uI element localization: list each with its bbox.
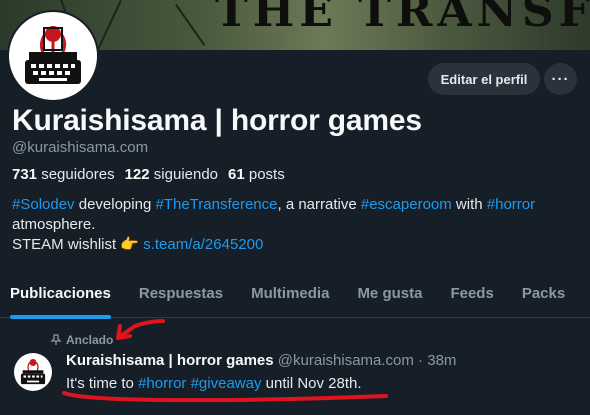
bio-text: developing — [74, 196, 156, 213]
hashtag-horror[interactable]: #horror — [138, 375, 186, 392]
annotation-arrowhead — [116, 324, 132, 340]
post-author-name[interactable]: Kuraishisama | horror games — [66, 352, 274, 369]
posts-stat: 61 posts — [228, 166, 285, 183]
pointing-hand-icon: 👉 — [120, 236, 140, 253]
post-author-handle[interactable]: @kuraishisama.com — [278, 352, 414, 369]
typewriter-logo-icon — [25, 26, 81, 84]
hashtag-escaperoom[interactable]: #escaperoom — [361, 196, 452, 213]
posts-label: posts — [248, 166, 285, 183]
followers-count: 731 — [12, 166, 38, 183]
typewriter-logo-icon — [20, 359, 46, 385]
profile-tabs: Publicaciones Respuestas Multimedia Me g… — [0, 278, 590, 319]
tab-publicaciones[interactable]: Publicaciones — [10, 278, 111, 319]
banner-branch — [96, 0, 122, 50]
more-options-button[interactable]: ··· — [544, 63, 577, 95]
bio-text: with — [451, 196, 487, 213]
hashtag-giveaway[interactable]: #giveaway — [191, 375, 262, 392]
steam-link[interactable]: s.team/a/2645200 — [143, 236, 263, 253]
banner-title: THE TRANSFERENCE — [215, 0, 590, 37]
pin-icon — [50, 334, 62, 345]
post-text: It's time to — [66, 375, 139, 392]
tab-me-gusta[interactable]: Me gusta — [357, 278, 422, 318]
more-icon: ··· — [551, 70, 570, 88]
profile-avatar[interactable] — [7, 10, 99, 102]
tab-packs[interactable]: Packs — [522, 278, 565, 318]
bio-text: , a narrative — [277, 196, 361, 213]
followers-label: seguidores — [41, 166, 115, 183]
profile-handle: @kuraishisama.com — [12, 139, 149, 156]
pinned-indicator: Anclado — [50, 333, 113, 347]
pinned-label: Anclado — [66, 333, 114, 347]
hashtag-thetransference[interactable]: #TheTransference — [155, 196, 277, 213]
bio-text: atmosphere. — [12, 216, 96, 233]
bio-text: STEAM wishlist — [12, 236, 121, 253]
posts-count: 61 — [228, 166, 245, 183]
post-header: Kuraishisama | horror games @kuraishisam… — [66, 352, 456, 369]
hashtag-solodev[interactable]: #Solodev — [12, 196, 75, 213]
annotation-underline — [62, 391, 388, 403]
banner-branch — [175, 3, 206, 46]
edit-profile-button[interactable]: Editar el perfil — [428, 63, 540, 95]
following-count: 122 — [124, 166, 150, 183]
tab-respuestas[interactable]: Respuestas — [139, 278, 223, 318]
post-text: until Nov 28th. — [261, 375, 362, 392]
post-body[interactable]: It's time to #horror #giveaway until Nov… — [66, 375, 362, 392]
followers-stat[interactable]: 731 seguidores — [12, 166, 115, 183]
post-timestamp[interactable]: 38m — [427, 352, 456, 369]
annotation-arrow — [116, 319, 165, 340]
profile-display-name: Kuraishisama | horror games — [12, 104, 422, 137]
following-label: siguiendo — [153, 166, 219, 183]
profile-stats: 731 seguidores 122 siguiendo 61 posts — [12, 166, 285, 183]
following-stat[interactable]: 122 siguiendo — [125, 166, 218, 183]
hashtag-horror[interactable]: #horror — [487, 196, 535, 213]
tab-feeds[interactable]: Feeds — [450, 278, 493, 318]
post-author-avatar[interactable] — [14, 353, 52, 391]
post-separator: · — [413, 352, 428, 369]
tab-multimedia[interactable]: Multimedia — [251, 278, 329, 318]
profile-bio: #Solodev developing #TheTransference, a … — [12, 195, 582, 255]
